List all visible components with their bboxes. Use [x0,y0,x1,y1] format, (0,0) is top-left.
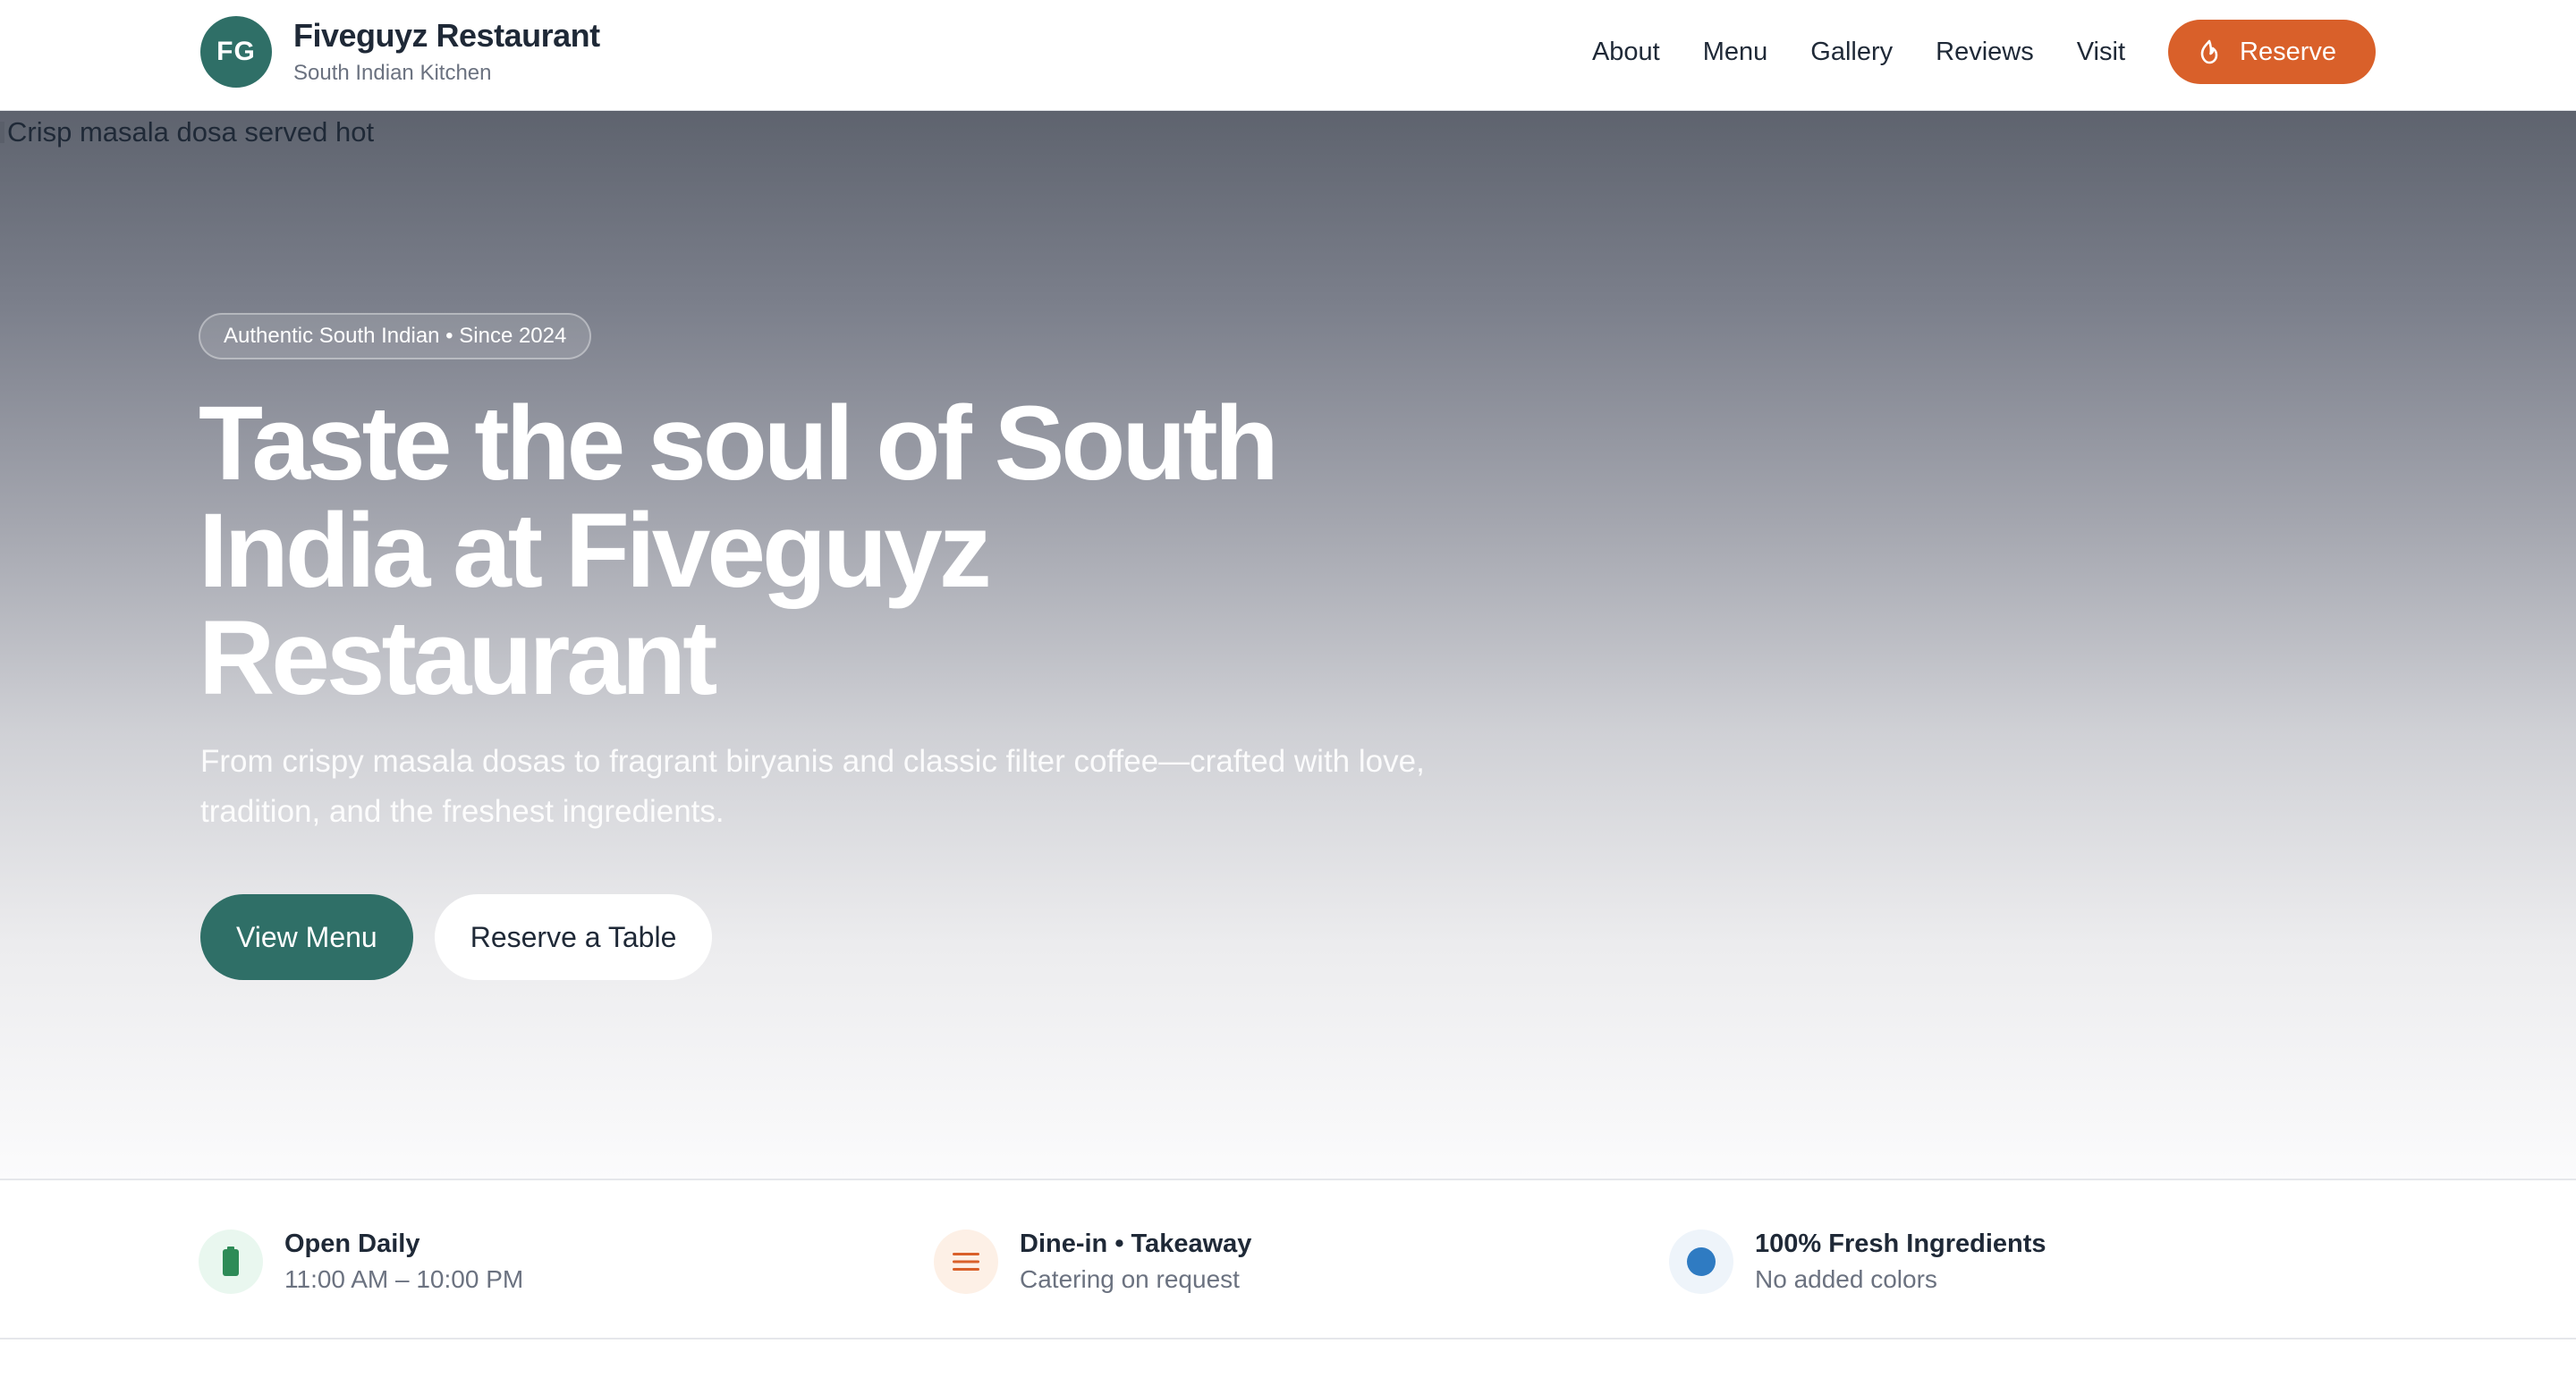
info-item-hours: Open Daily 11:00 AM – 10:00 PM [199,1227,523,1297]
main-nav: About Menu Gallery Reviews Visit Reserve [1592,20,2376,84]
nav-link-visit[interactable]: Visit [2077,38,2125,67]
info-item-service: Dine-in • Takeaway Catering on request [934,1227,1251,1297]
brand-tagline: South Indian Kitchen [293,61,492,85]
info-text: Dine-in • Takeaway Catering on request [1020,1227,1251,1297]
circle-icon [1687,1247,1716,1276]
reserve-button-label: Reserve [2240,37,2336,66]
hero-actions: View Menu Reserve a Table [200,894,713,980]
reserve-table-button[interactable]: Reserve a Table [434,894,713,980]
view-menu-button[interactable]: View Menu [200,894,413,980]
info-subtitle: 11:00 AM – 10:00 PM [284,1265,524,1293]
info-title: Open Daily [284,1230,420,1258]
info-text: 100% Fresh Ingredients No added colors [1755,1227,2046,1297]
info-subtitle: No added colors [1755,1265,1937,1293]
hero-badge: Authentic South Indian • Since 2024 [199,313,592,359]
site-header: FG Fiveguyz Restaurant South Indian Kitc… [0,0,2576,111]
nav-link-reviews[interactable]: Reviews [1936,38,2034,67]
brand-text: Fiveguyz Restaurant South Indian Kitchen [293,16,600,88]
flame-icon [2200,39,2218,64]
info-title: Dine-in • Takeaway [1020,1230,1252,1258]
nav-link-menu[interactable]: Menu [1703,38,1768,67]
brand[interactable]: FG Fiveguyz Restaurant South Indian Kitc… [200,16,600,88]
hero-image-alt-text: Crisp masala dosa served hot [7,116,375,148]
menu-lines-icon [953,1253,979,1271]
info-icon-wrap [199,1230,263,1294]
nav-link-about[interactable]: About [1592,38,1660,67]
info-text: Open Daily 11:00 AM – 10:00 PM [284,1227,523,1297]
reserve-button[interactable]: Reserve [2168,20,2376,84]
info-strip: Open Daily 11:00 AM – 10:00 PM Dine-in •… [0,1180,2576,1340]
battery-icon [223,1247,239,1276]
brand-name[interactable]: Fiveguyz Restaurant [293,16,600,55]
nav-link-gallery[interactable]: Gallery [1810,38,1893,67]
hero-title: Taste the soul of South India at Fiveguy… [199,385,1279,717]
info-subtitle: Catering on request [1020,1265,1240,1293]
info-icon-wrap [934,1230,998,1294]
info-item-fresh: 100% Fresh Ingredients No added colors [1669,1227,2046,1297]
hero-image: Crisp masala dosa served hot [0,114,374,150]
broken-image-icon [0,122,4,143]
hero-section: Crisp masala dosa served hot Authentic S… [0,111,2576,1180]
info-title: 100% Fresh Ingredients [1755,1230,2046,1258]
hero-subtitle: From crispy masala dosas to fragrant bir… [200,744,1425,829]
info-icon-wrap [1669,1230,1733,1294]
brand-logo[interactable]: FG [200,16,272,88]
